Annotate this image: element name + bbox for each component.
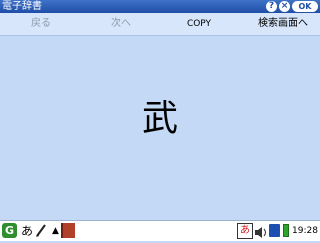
book-icon[interactable] — [61, 223, 75, 238]
dictionary-entry-panel: 武 — [0, 36, 320, 220]
close-button[interactable]: × — [279, 1, 290, 12]
caret-up-icon[interactable]: ▲ — [52, 226, 59, 236]
next-button[interactable]: 次へ — [104, 17, 138, 31]
clock[interactable]: 19:28 — [292, 224, 318, 238]
entry-glyph: 武 — [141, 98, 178, 139]
help-button[interactable]: ? — [266, 1, 277, 12]
memory-card-icon[interactable] — [269, 224, 280, 237]
speaker-icon[interactable] — [254, 224, 268, 238]
ime-indicator-icon[interactable]: あ — [237, 223, 253, 239]
pen-icon[interactable] — [35, 222, 47, 238]
window-title: 電子辞書 — [2, 1, 42, 12]
ok-button[interactable]: OK — [292, 1, 318, 12]
taskbar: G あ ▲ あ 19:28 — [0, 220, 320, 241]
toolbar: 戻る 次へ COPY 検索画面へ — [0, 13, 320, 36]
search-screen-button[interactable]: 検索画面へ — [246, 17, 320, 31]
start-menu-icon[interactable]: G — [2, 223, 17, 238]
ime-mode-label[interactable]: あ — [21, 223, 33, 239]
pen-icon-svg — [36, 224, 46, 237]
copy-button[interactable]: COPY — [182, 17, 216, 31]
back-button[interactable]: 戻る — [24, 17, 58, 31]
battery-icon[interactable] — [283, 224, 289, 237]
speaker-icon-svg — [255, 227, 266, 238]
title-bar: 電子辞書 ? × OK — [0, 0, 320, 13]
